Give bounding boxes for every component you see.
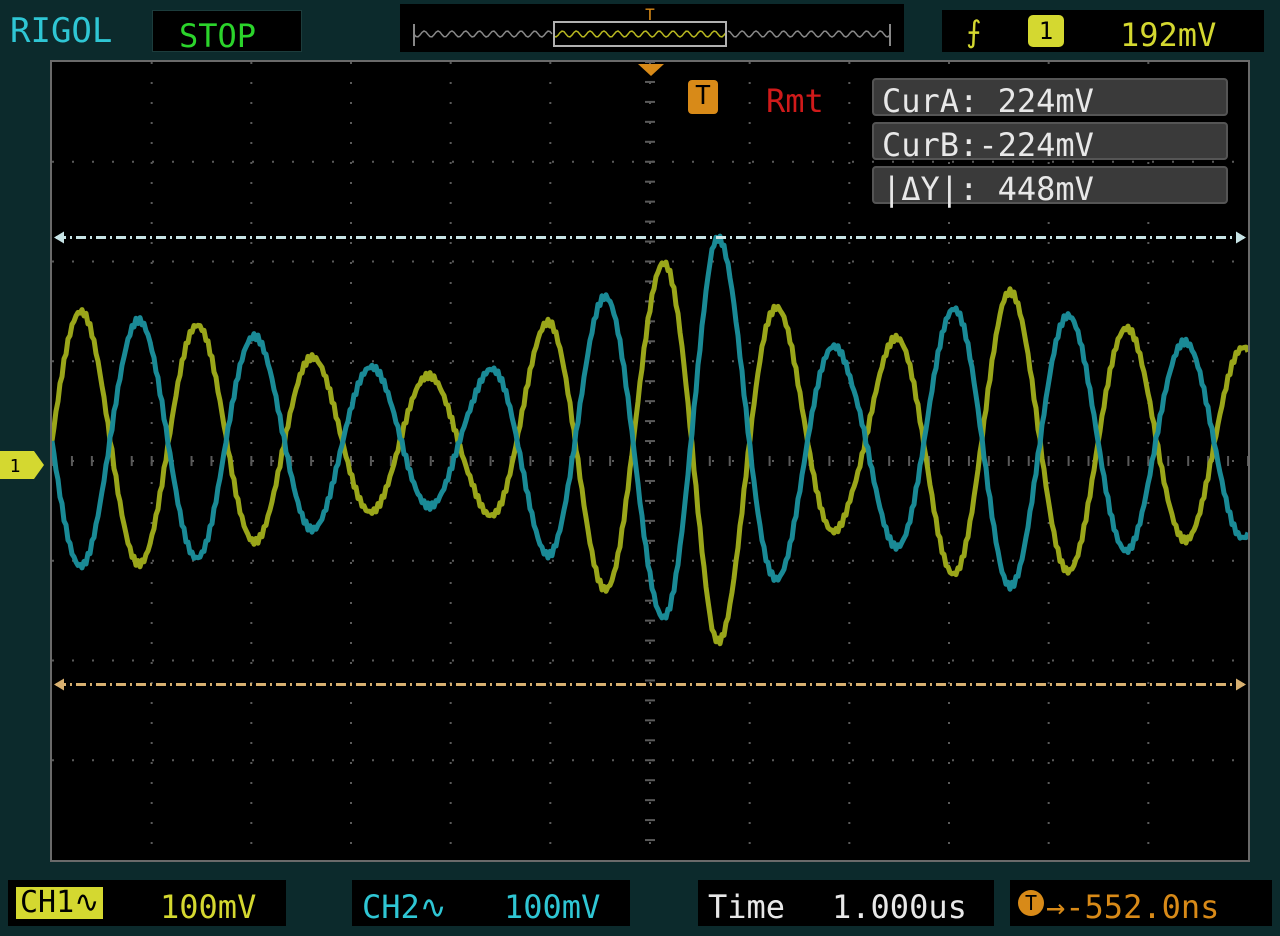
timebase-status[interactable]: Time 1.000us (698, 880, 994, 926)
run-status-label: STOP (179, 17, 257, 55)
trigger-offset-status[interactable]: T →-552.0ns (1010, 880, 1272, 926)
ch1-status[interactable]: CH1∿ 100mV (8, 880, 286, 926)
ac-coupling-icon: ∿ (419, 888, 447, 926)
ch2-status[interactable]: CH2∿ 100mV (352, 880, 630, 926)
trigger-t-marker: T (688, 80, 718, 114)
trigger-level: 192mV (1120, 16, 1217, 54)
ch1-offset-marker[interactable]: 1 (0, 451, 44, 479)
cursor-b-left-arrow (54, 678, 64, 691)
cursor-a-value: CurA: 224mV (882, 82, 1094, 120)
timebase-label: Time (708, 888, 786, 926)
ac-coupling-icon: ∿ (74, 885, 100, 920)
cursor-b-value: CurB:-224mV (882, 126, 1094, 164)
cursor-b-right-arrow (1236, 678, 1246, 691)
ch2-scale: 100mV (504, 888, 601, 926)
brand-logo: RIGOL (10, 11, 113, 51)
ch2-label: CH2 (362, 888, 420, 926)
cursor-a-right-arrow (1236, 231, 1246, 244)
memory-overview: T (413, 5, 891, 47)
ch1-badge: CH1∿ (16, 885, 104, 920)
ch2-badge: CH2∿ (362, 888, 447, 926)
cursor-a-left-arrow (54, 231, 64, 244)
cursor-b-readout: CurB:-224mV (872, 122, 1228, 164)
rising-edge-icon: ⨍ (966, 15, 982, 50)
remote-indicator: Rmt (766, 82, 824, 120)
memory-position-bar: T (400, 4, 904, 52)
ch1-scale: 100mV (160, 888, 257, 926)
trigger-position-arrow (638, 64, 664, 76)
cursor-delta-value: |ΔY|: 448mV (882, 170, 1094, 208)
cursor-a-readout: CurA: 224mV (872, 78, 1228, 120)
trigger-source-badge: 1 (1028, 15, 1064, 47)
cursor-delta-readout: |ΔY|: 448mV (872, 166, 1228, 208)
timebase-value: 1.000us (832, 888, 967, 926)
ch1-marker-label: 1 (10, 456, 21, 477)
trigger-panel[interactable]: ⨍ 1 192mV (942, 10, 1264, 54)
memory-trigger-marker: T (645, 5, 655, 24)
ch1-label: CH1 (20, 885, 75, 920)
run-stop-status[interactable]: STOP (152, 10, 302, 55)
trigger-offset-value: →-552.0ns (1046, 888, 1220, 926)
trigger-offset-icon: T (1018, 890, 1044, 916)
